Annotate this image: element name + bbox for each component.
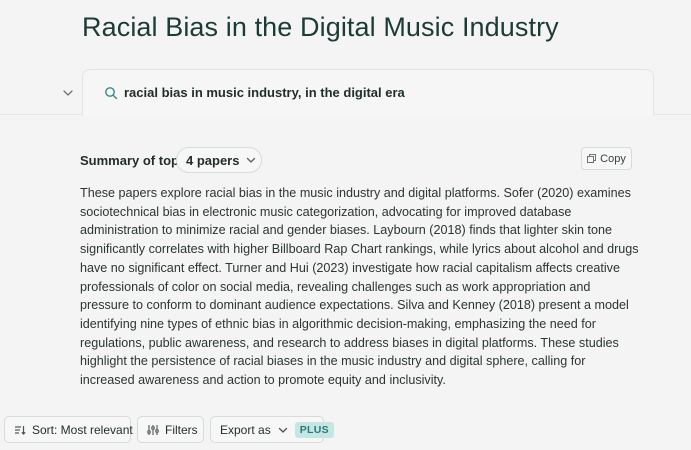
search-box[interactable]: racial bias in music industry, in the di…	[82, 69, 654, 116]
summary-text: These papers explore racial bias in the …	[80, 186, 639, 388]
sort-button[interactable]: Sort: Most relevant	[4, 416, 133, 443]
sort-label: Sort: Most relevant	[32, 422, 133, 437]
header-area: Racial Bias in the Digital Music Industr…	[0, 0, 691, 116]
plus-badge: PLUS	[294, 421, 334, 438]
page-title: Racial Bias in the Digital Music Industr…	[82, 12, 559, 42]
export-button[interactable]: Export as PLUS	[210, 416, 334, 443]
papers-count-select[interactable]: 4 papers	[176, 147, 262, 173]
export-label: Export as	[220, 422, 271, 437]
chevron-down-icon	[245, 154, 257, 166]
search-query[interactable]: racial bias in music industry, in the di…	[124, 85, 405, 100]
summary-panel: Summary of top 4 papers Copy These paper…	[0, 116, 691, 450]
chevron-down-icon	[277, 424, 289, 436]
filter-sliders-icon	[147, 424, 159, 436]
filters-button[interactable]: Filters	[137, 416, 204, 443]
results-toolbar: Sort: Most relevant Filters Export as PL…	[0, 416, 691, 450]
copy-button[interactable]: Copy	[581, 147, 632, 170]
sort-icon	[14, 424, 26, 436]
summary-label: Summary of top	[80, 153, 179, 168]
search-icon	[104, 86, 118, 100]
chevron-down-icon[interactable]	[61, 86, 75, 100]
filters-label: Filters	[165, 422, 198, 437]
copy-label: Copy	[600, 152, 626, 165]
papers-count-value: 4 papers	[186, 152, 240, 168]
copy-icon	[587, 154, 597, 163]
